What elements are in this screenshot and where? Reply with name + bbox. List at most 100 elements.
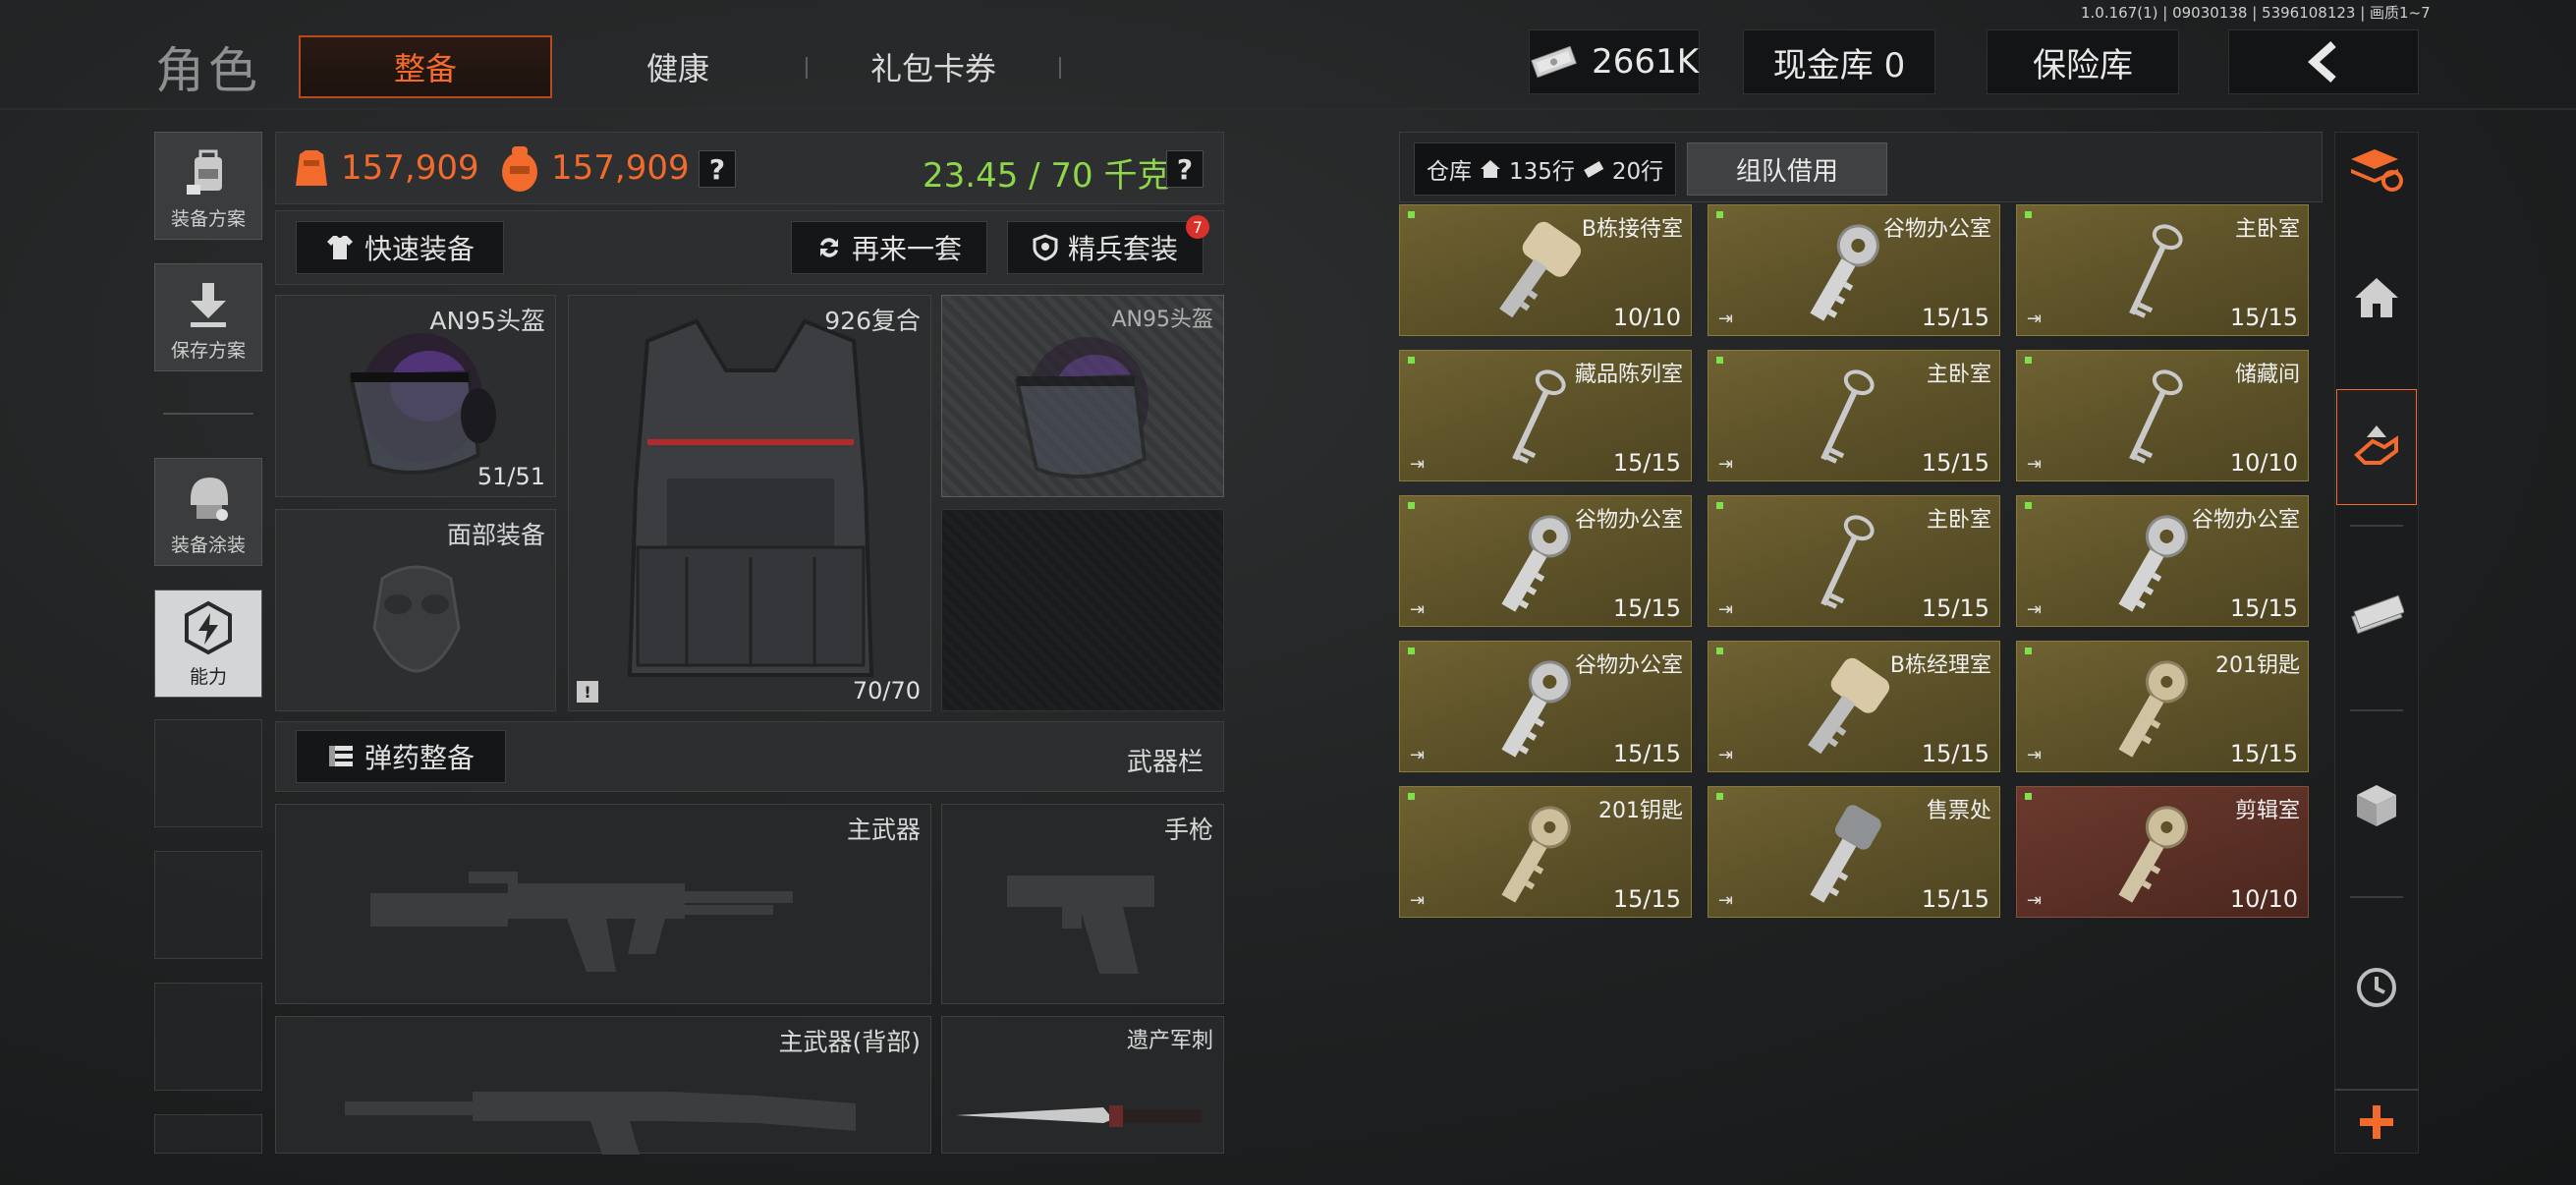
right-sidebar-divider <box>2350 896 2403 898</box>
key-count: 15/15 <box>1921 594 1989 622</box>
money-value: 2661K <box>1592 42 1699 82</box>
armor-vest-image <box>627 318 874 677</box>
refresh-layers-icon <box>2351 149 2403 192</box>
key-icon <box>2118 660 2188 758</box>
key-name: 主卧室 <box>1926 508 1991 533</box>
key-card[interactable]: 售票处 ⇥ 15/15 <box>1708 786 2000 918</box>
new-indicator-dot <box>1716 793 1723 800</box>
tab-health[interactable]: 健康 <box>589 35 766 98</box>
key-count: 10/10 <box>1612 304 1681 331</box>
team-borrow-button[interactable]: 组队借用 <box>1687 142 1887 196</box>
clock-icon <box>2357 968 2396 1007</box>
exit-icon: ⇥ <box>2027 599 2043 620</box>
warehouse-rows: 135行 <box>1509 159 1575 185</box>
sidebar-empty-slot <box>154 719 262 827</box>
sidebar-ability[interactable]: 能力 <box>154 590 262 698</box>
helmet-slot[interactable]: AN95头盔 51/51 <box>275 295 556 497</box>
sidebar-label: 能力 <box>189 666 227 688</box>
sidebar-equip-plan[interactable]: 装备方案 <box>154 132 262 240</box>
key-card[interactable]: B栋经理室 ⇥ 15/15 <box>1708 641 2000 772</box>
tab-giftpack[interactable]: 礼包卡券 <box>845 35 1022 98</box>
value-help-button[interactable]: ? <box>699 150 736 188</box>
sidebar-paint[interactable]: 装备涂装 <box>154 458 262 566</box>
insurance-button[interactable]: 保险库 <box>1987 29 2179 94</box>
rifle-ak-image <box>370 872 793 972</box>
sidebar-label: 装备涂装 <box>170 535 246 556</box>
helmet-durability: 51/51 <box>476 463 545 490</box>
ammo-bar: 弹药整备 武器栏 <box>275 721 1224 792</box>
face-gear-slot[interactable]: 面部装备 <box>275 509 556 711</box>
key-card[interactable]: 谷物办公室 ⇥ 15/15 <box>1708 204 2000 336</box>
cash-icon <box>2351 594 2404 635</box>
ammo-equip-button[interactable]: 弹药整备 <box>296 730 506 783</box>
sidebar-divider <box>163 413 253 415</box>
key-card[interactable]: 主卧室 ⇥ 15/15 <box>1708 350 2000 481</box>
warehouse-rows-secondary: 20行 <box>1611 159 1664 185</box>
key-card[interactable]: 谷物办公室 ⇥ 15/15 <box>2016 495 2309 627</box>
home-button[interactable] <box>2334 244 2419 352</box>
new-indicator-dot <box>1716 357 1723 364</box>
armor-slot[interactable]: 926复合 ! 70/70 <box>568 295 931 711</box>
hand-transfer-button[interactable] <box>2336 389 2417 505</box>
key-icon <box>1512 369 1566 464</box>
right-sidebar-divider <box>2350 709 2403 711</box>
exit-icon: ⇥ <box>2027 309 2043 329</box>
cash-button[interactable] <box>2334 562 2419 670</box>
warning-icon: ! <box>577 681 598 703</box>
ability-icon <box>185 600 232 655</box>
new-indicator-dot <box>1408 502 1415 509</box>
weight-help-button[interactable]: ? <box>1166 150 1204 188</box>
exit-icon: ⇥ <box>1410 599 1426 620</box>
bayonet-image <box>956 1105 1202 1127</box>
box-button[interactable] <box>2334 751 2419 859</box>
key-name: 售票处 <box>1926 799 1991 823</box>
key-card[interactable]: B栋接待室 10/10 <box>1399 204 1692 336</box>
exit-icon: ⇥ <box>1410 890 1426 911</box>
quick-equip-button[interactable]: 快速装备 <box>296 221 504 274</box>
pistol-slot[interactable]: 手枪 <box>941 804 1224 1004</box>
melee-slot[interactable]: 遗产军刺 <box>941 1016 1224 1154</box>
key-card[interactable]: 储藏间 ⇥ 10/10 <box>2016 350 2309 481</box>
cash-stack-icon <box>1584 161 1604 178</box>
key-icon <box>1810 805 1881 903</box>
back-weapon-slot[interactable]: 主武器(背部) <box>275 1016 931 1155</box>
sidebar-save-plan[interactable]: 保存方案 <box>154 263 262 371</box>
again-button[interactable]: 再来一套 <box>791 221 987 274</box>
key-name: 主卧室 <box>2234 217 2300 242</box>
notification-badge: 7 <box>1186 215 1209 239</box>
key-icon <box>2118 515 2188 612</box>
key-icon <box>1501 515 1571 612</box>
tab-equip[interactable]: 整备 <box>299 35 552 98</box>
new-indicator-dot <box>1408 357 1415 364</box>
key-card[interactable]: 201钥匙 ⇥ 15/15 <box>2016 641 2309 772</box>
empty-gear-slot[interactable] <box>941 509 1224 711</box>
sidebar-empty-slot <box>154 983 262 1091</box>
key-card[interactable]: 主卧室 ⇥ 15/15 <box>1708 495 2000 627</box>
key-icon <box>1501 806 1571 903</box>
history-button[interactable] <box>2334 933 2419 1042</box>
cash-vault-button[interactable]: 现金库 0 <box>1743 29 1935 94</box>
key-card[interactable]: 谷物办公室 ⇥ 15/15 <box>1399 641 1692 772</box>
key-card[interactable]: 谷物办公室 ⇥ 15/15 <box>1399 495 1692 627</box>
key-card[interactable]: 藏品陈列室 ⇥ 15/15 <box>1399 350 1692 481</box>
sidebar-empty-slot <box>154 1114 262 1154</box>
weapons-bar-label: 武器栏 <box>1126 748 1204 777</box>
warehouse-info[interactable]: 仓库 135行 20行 <box>1414 142 1677 196</box>
elite-set-button[interactable]: 精兵套装 <box>1007 221 1204 274</box>
key-card[interactable]: 201钥匙 ⇥ 15/15 <box>1399 786 1692 918</box>
key-count: 15/15 <box>1921 885 1989 913</box>
key-count: 15/15 <box>2229 594 2298 622</box>
primary-weapon-slot[interactable]: 主武器 <box>275 804 931 1004</box>
back-button[interactable] <box>2228 29 2419 94</box>
helmet-paint-icon <box>191 478 228 521</box>
refresh-layers-button[interactable] <box>2334 116 2419 224</box>
key-icon <box>1808 657 1890 755</box>
add-button[interactable] <box>2334 1089 2419 1154</box>
ammo-equip-label: 弹药整备 <box>364 742 475 774</box>
key-card[interactable]: 剪辑室 ⇥ 10/10 <box>2016 786 2309 918</box>
new-indicator-dot <box>2025 648 2032 654</box>
key-count: 15/15 <box>1921 449 1989 477</box>
key-icon <box>1820 515 1875 609</box>
key-card[interactable]: 主卧室 ⇥ 15/15 <box>2016 204 2309 336</box>
helmet-preview-slot[interactable]: AN95头盔 <box>941 295 1224 497</box>
